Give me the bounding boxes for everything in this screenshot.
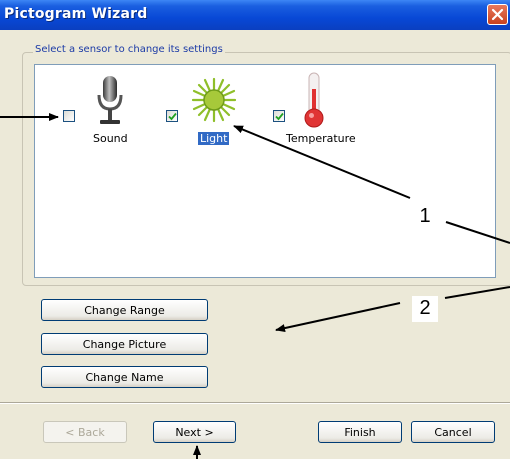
- sensor-label-temperature[interactable]: Temperature: [286, 132, 356, 145]
- footer-separator: [0, 402, 510, 404]
- sensor-list[interactable]: Sound Light Temperature: [34, 64, 496, 278]
- callout-1: 1: [412, 204, 438, 230]
- finish-button[interactable]: Finish: [318, 421, 402, 443]
- microphone-icon: [97, 76, 123, 124]
- checkmark-icon: [275, 112, 284, 121]
- sound-checkbox[interactable]: [63, 110, 75, 122]
- temperature-checkbox[interactable]: [273, 110, 285, 122]
- group-legend: Select a sensor to change its settings: [33, 44, 225, 55]
- close-icon: [491, 8, 504, 21]
- sensor-label-light[interactable]: Light: [198, 132, 230, 145]
- window-title: Pictogram Wizard: [4, 6, 148, 22]
- change-name-button[interactable]: Change Name: [41, 366, 208, 388]
- callout-2: 2: [412, 296, 438, 322]
- back-button[interactable]: < Back: [43, 421, 127, 443]
- change-picture-button[interactable]: Change Picture: [41, 333, 208, 355]
- checkmark-icon: [168, 112, 177, 121]
- close-button[interactable]: [487, 4, 508, 25]
- thermometer-icon: [304, 72, 324, 128]
- cancel-button[interactable]: Cancel: [411, 421, 495, 443]
- next-button[interactable]: Next >: [153, 421, 236, 443]
- title-bar[interactable]: Pictogram Wizard: [0, 0, 510, 30]
- change-range-button[interactable]: Change Range: [41, 299, 208, 321]
- sensor-label-sound[interactable]: Sound: [93, 132, 128, 145]
- light-checkbox[interactable]: [166, 110, 178, 122]
- sun-icon: [191, 77, 237, 123]
